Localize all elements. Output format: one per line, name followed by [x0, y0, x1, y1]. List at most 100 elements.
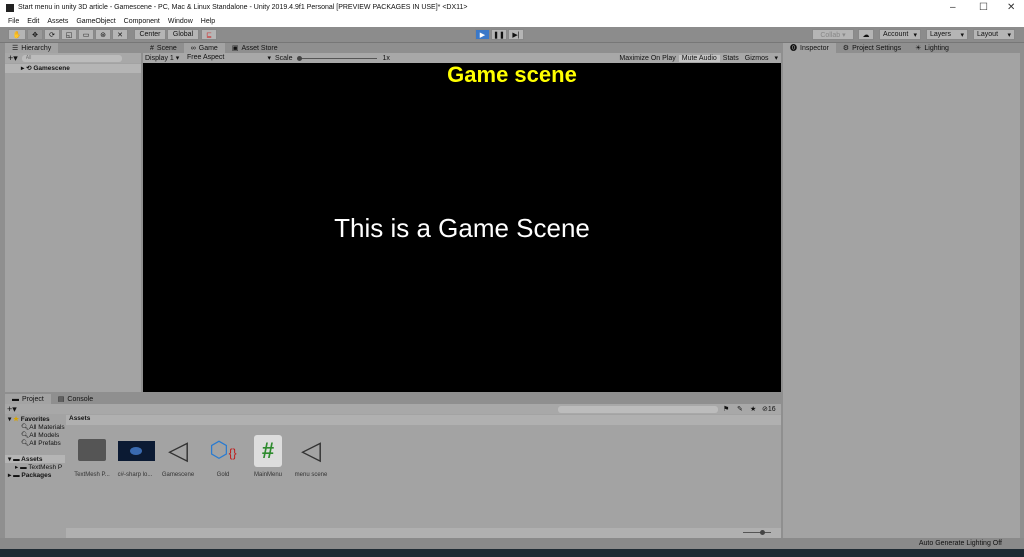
favorite-star-icon[interactable]: ★ [750, 405, 756, 413]
menu-bar: File Edit Assets GameObject Component Wi… [0, 15, 1024, 27]
transform-tool-icon[interactable]: ⊛ [95, 29, 111, 40]
assets-folder[interactable]: ▾ ▬ Assets [5, 455, 65, 463]
tab-game[interactable]: ∞ Game [183, 43, 225, 53]
mute-label: Mute Audio [681, 54, 717, 62]
scale-value: 1x [382, 54, 390, 62]
center-label: Center [139, 31, 161, 38]
close-button[interactable]: ✕ [1007, 2, 1015, 13]
favorites-item[interactable]: ▾ ★ Favorites [5, 415, 65, 423]
tab-asset-store[interactable]: ▣ Asset Store [225, 43, 285, 53]
cloud-icon[interactable]: ☁ [858, 29, 874, 40]
main-toolbar: ✋ ✥ ⟳ ◱ ▭ ⊛ ✕ Center Global ⊑ ▶ ❚❚ ▶| Co… [0, 27, 1024, 43]
status-bar: Auto Generate Lighting Off [0, 538, 1024, 549]
menu-gameobject[interactable]: GameObject [76, 18, 115, 25]
fav-all-prefabs[interactable]: 🔍︎All Prefabs [5, 439, 65, 447]
project-settings-tab-label: Project Settings [852, 44, 902, 52]
gamescene-label: Gamescene [33, 65, 70, 72]
scale-tool-icon[interactable]: ◱ [61, 29, 77, 40]
hidden-count[interactable]: ⊘16 [762, 405, 776, 413]
layers-dropdown[interactable]: Layers ▾ [926, 29, 968, 40]
game-view-panel: # Scene ∞ Game ▣ Asset Store Display 1 ▾ Fr… [143, 43, 781, 392]
asset-textmesh-folder[interactable]: TextMesh P... [72, 435, 112, 478]
tab-scene[interactable]: # Scene [143, 43, 184, 53]
move-tool-icon[interactable]: ✥ [27, 29, 43, 40]
unity-scene-icon: ◁ [168, 435, 188, 465]
custom-tool-icon[interactable]: ✕ [112, 29, 128, 40]
inspector-tab-label: Inspector [800, 44, 829, 52]
collab-button[interactable]: Collab ▾ [812, 29, 854, 40]
pause-button[interactable]: ❚❚ [491, 29, 507, 40]
taskbar [0, 549, 1024, 557]
icon-size-slider-handle[interactable] [760, 530, 765, 535]
layers-label: Layers [930, 31, 952, 38]
asset-gold[interactable]: ⬡{} Gold [203, 435, 243, 478]
collab-label: Collab ▾ [820, 31, 846, 39]
asset-menu-scene[interactable]: ◁ menu scene [291, 435, 331, 478]
csharp-script-icon: # [254, 435, 282, 467]
project-footer [66, 528, 781, 538]
window-title: Start menu in unity 3D article - Gamesce… [18, 4, 468, 11]
layout-label: Layout [977, 31, 999, 38]
assets-breadcrumb: Assets [66, 415, 781, 425]
icon-size-slider[interactable] [743, 532, 771, 533]
stats-toggle[interactable]: Stats [720, 55, 742, 62]
hierarchy-item-gamescene[interactable]: ▸ ⟲ Gamescene [5, 64, 141, 73]
tab-project-settings[interactable]: ⚙ Project Settings [836, 43, 908, 53]
create-icon[interactable]: +▾ [7, 404, 17, 415]
menu-window[interactable]: Window [168, 18, 193, 25]
hand-tool-icon[interactable]: ✋ [8, 29, 26, 40]
maximize-label: Maximize On Play [619, 54, 676, 62]
display-dropdown[interactable]: Display 1 ▾ [143, 54, 187, 62]
rotate-tool-icon[interactable]: ⟳ [44, 29, 60, 40]
lighting-status: Auto Generate Lighting Off [918, 540, 1002, 547]
favorites-label: Favorites [20, 416, 50, 423]
filter-label-icon[interactable]: ✎ [737, 405, 743, 413]
lighting-tab-label: Lighting [924, 44, 949, 52]
rect-tool-icon[interactable]: ▭ [78, 29, 94, 40]
menu-edit[interactable]: Edit [27, 18, 39, 25]
pivot-global-button[interactable]: Global [167, 29, 199, 40]
hierarchy-search-input[interactable] [21, 54, 122, 62]
scale-label: Scale [275, 54, 293, 62]
tab-inspector[interactable]: ⓿ Inspector [783, 43, 836, 53]
menu-help[interactable]: Help [201, 18, 215, 25]
add-icon[interactable]: +▾ [8, 53, 18, 64]
fav-all-models[interactable]: 🔍︎All Models [5, 431, 65, 439]
maximize-button[interactable]: ☐ [979, 2, 988, 13]
asset-csharp-logo[interactable]: c#-sharp lo... [115, 435, 155, 478]
layout-dropdown[interactable]: Layout ▾ [973, 29, 1015, 40]
global-label: Global [172, 31, 194, 38]
hierarchy-panel: ☰ Hierarchy +▾ ▸ ⟲ Gamescene [5, 43, 141, 392]
tab-lighting[interactable]: ☀ Lighting [908, 43, 956, 53]
account-dropdown[interactable]: Account ▾ [879, 29, 921, 40]
hidden-count-value: 16 [767, 406, 776, 413]
snap-icon[interactable]: ⊑ [201, 29, 217, 40]
step-button[interactable]: ▶| [508, 29, 524, 40]
tab-project[interactable]: ▬ Project [5, 394, 51, 404]
packages-folder[interactable]: ▸ ▬ Packages [5, 471, 65, 479]
gizmos-dropdown-icon[interactable]: ▾ [771, 54, 781, 62]
minimize-button[interactable]: – [950, 2, 956, 13]
scene-tab-label: Scene [156, 44, 177, 52]
tab-console[interactable]: ▤ Console [51, 394, 100, 404]
unity-scene-icon: ◁ [301, 435, 321, 465]
tab-hierarchy[interactable]: ☰ Hierarchy [5, 43, 59, 53]
inspector-panel: ⓿ Inspector ⚙ Project Settings ☀ Lighting [783, 43, 1020, 538]
asset-mainmenu[interactable]: # MainMenu [248, 435, 288, 478]
project-search-input[interactable] [558, 405, 718, 413]
asset-gamescene[interactable]: ◁ Gamescene [158, 435, 198, 478]
mute-audio-toggle[interactable]: Mute Audio [678, 54, 720, 62]
textmesh-folder[interactable]: ▸ ▬ TextMesh P [5, 463, 65, 471]
menu-assets[interactable]: Assets [47, 18, 68, 25]
play-button[interactable]: ▶ [475, 29, 490, 40]
pivot-center-button[interactable]: Center [134, 29, 166, 40]
menu-file[interactable]: File [8, 18, 19, 25]
gizmos-toggle[interactable]: Gizmos [742, 55, 772, 62]
aspect-dropdown[interactable]: Free Aspect ▾ [187, 54, 273, 62]
image-thumbnail-icon [118, 441, 155, 461]
fav-all-materials[interactable]: 🔍︎All Materials [5, 423, 65, 431]
menu-component[interactable]: Component [124, 18, 160, 25]
filter-type-icon[interactable]: ⚑ [723, 405, 729, 413]
game-heading: Game scene [447, 62, 577, 87]
maximize-on-play-toggle[interactable]: Maximize On Play [616, 55, 678, 62]
